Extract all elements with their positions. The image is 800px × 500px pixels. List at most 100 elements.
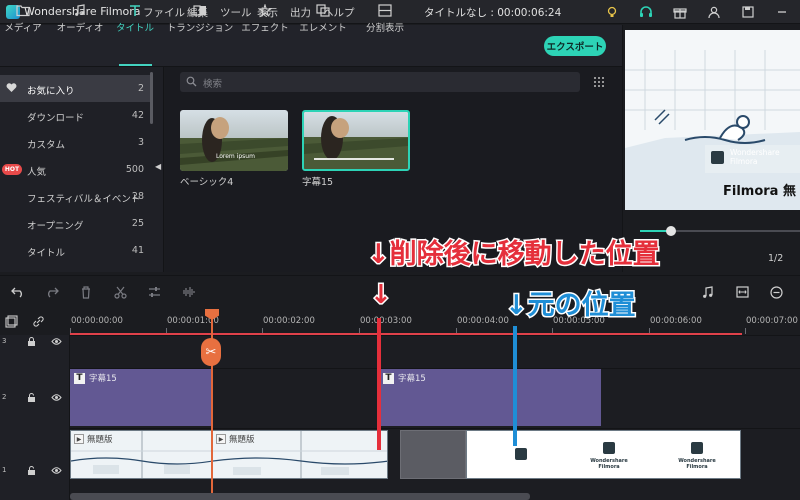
link-icon[interactable] (30, 313, 46, 329)
tab-elements-label: エレメント (299, 23, 347, 34)
gift-icon[interactable] (672, 4, 688, 20)
folder-icon (16, 5, 30, 17)
empty-clip-segment[interactable] (400, 430, 466, 479)
export-button[interactable]: エクスポート (544, 36, 606, 56)
sidebar-item-label: お気に入り (27, 86, 75, 97)
eye-icon[interactable] (51, 393, 62, 402)
thumbnail-caption: ベーシック4 (180, 177, 234, 188)
search-placeholder: 検索 (203, 79, 223, 90)
ruler-tick (745, 328, 746, 334)
lightbulb-icon[interactable] (604, 4, 620, 20)
music-icon[interactable] (700, 284, 716, 300)
track-number: 2 (2, 393, 7, 401)
vineyard-photo (304, 112, 408, 169)
sidebar-item-label: カスタム (27, 140, 66, 151)
sidebar-item-count: 3 (137, 137, 144, 148)
brand-outro-clip[interactable]: Wondershare Filmora Wondershare Filmora (466, 430, 741, 479)
collapse-sidebar-icon[interactable]: ◀ (155, 162, 161, 171)
tab-titles[interactable]: タイトル (113, 0, 157, 42)
sidebar-item-label: 人気 (27, 167, 47, 178)
tab-elements[interactable]: エレメント (299, 0, 347, 42)
clip-name: 無題版 (87, 435, 113, 445)
sidebar-item-count: 28 (131, 191, 144, 202)
split-scissors-icon[interactable]: ✂ (201, 338, 221, 366)
tab-titles-label: タイトル (115, 23, 154, 34)
sidebar-item-label: タイトル (27, 248, 66, 259)
watermark-product: Filmora (730, 157, 758, 166)
grid-menu-icon[interactable] (593, 76, 605, 88)
lock-icon[interactable] (27, 337, 36, 347)
adjust-icon[interactable] (146, 284, 162, 300)
headset-icon[interactable] (638, 4, 654, 20)
sidebar-item-opening[interactable]: オープニング 25 (0, 210, 150, 237)
tab-effects[interactable]: エフェクト (241, 0, 289, 42)
tab-transitions[interactable]: トランジション (167, 0, 233, 42)
clip-name: 字幕15 (398, 374, 426, 384)
text-icon: T (383, 372, 394, 384)
eye-icon[interactable] (51, 466, 62, 475)
minimize-icon[interactable] (774, 4, 790, 20)
sidebar-item-label: ダウンロード (27, 113, 85, 124)
sidebar-item-favorites[interactable]: お気に入り 2 (0, 75, 150, 102)
ruler-tick-label: 00:00:06:00 (650, 316, 702, 326)
sidebar-item-count: 25 (131, 218, 144, 229)
sidebar-item-popular[interactable]: HOT 人気 500 (0, 156, 150, 183)
user-icon[interactable] (706, 4, 722, 20)
track-number: 1 (2, 466, 7, 474)
fit-timeline-icon[interactable] (734, 284, 750, 300)
clip-name: 字幕15 (89, 374, 117, 384)
save-icon[interactable] (740, 4, 756, 20)
track-number: 3 (2, 337, 7, 345)
sidebar-item-label: オープニング (27, 221, 84, 232)
title-clip[interactable]: T 字幕15 (70, 369, 211, 426)
title-thumbnail-subtitle15[interactable] (302, 110, 410, 171)
elements-icon (316, 4, 330, 17)
cut-icon[interactable] (112, 284, 128, 300)
preview-quality-select[interactable]: 1/2 (768, 253, 783, 264)
sidebar-item-label: フェスティバル＆イベント (27, 194, 141, 205)
annotation-moved-position: ↓削除後に移動した位置 (366, 238, 662, 272)
track-header-3: 3 (0, 335, 70, 368)
thumbnail-overlay-text: Lorem ipsum (216, 153, 255, 160)
filmora-logo-icon (515, 448, 527, 460)
sidebar-item-count: 42 (131, 110, 144, 121)
split-screen-icon (378, 4, 392, 17)
zoom-out-icon[interactable] (768, 284, 784, 300)
title-clip[interactable]: T 字幕15 (379, 369, 601, 426)
active-tab-indicator (119, 64, 152, 66)
music-note-icon (75, 4, 85, 16)
audio-waveform-icon[interactable] (180, 284, 196, 300)
sidebar-item-titles[interactable]: タイトル 41 (0, 237, 150, 264)
sidebar-item-downloads[interactable]: ダウンロード 42 (0, 102, 150, 129)
tab-audio[interactable]: オーディオ (56, 0, 104, 42)
video-clip[interactable]: ▶ 無題版 (70, 430, 212, 479)
undo-icon[interactable] (10, 284, 26, 300)
sidebar-item-festival[interactable]: フェスティバル＆イベント 28 (0, 183, 150, 210)
track-lane-3[interactable] (70, 335, 800, 368)
video-clip[interactable]: ▶ 無題版 (212, 430, 388, 479)
eye-icon[interactable] (51, 337, 62, 346)
timeline-scrollbar[interactable] (70, 493, 530, 500)
sidebar-scrollbar[interactable] (150, 72, 153, 124)
unlock-icon[interactable] (27, 466, 36, 476)
preview-scrubber-handle[interactable] (666, 226, 676, 236)
sidebar-item-custom[interactable]: カスタム 3 (0, 129, 150, 156)
brand-caption: Wondershare Filmora (678, 458, 716, 470)
redo-icon[interactable] (44, 284, 60, 300)
title-thumbnail-basic4[interactable]: Lorem ipsum (180, 110, 288, 171)
delete-icon[interactable] (78, 284, 94, 300)
search-input[interactable] (180, 72, 580, 92)
tab-transitions-label: トランジション (166, 23, 234, 34)
ruler-tick-label: 00:00:07:00 (746, 316, 798, 326)
track-header-2: 2 (0, 368, 70, 428)
tab-media[interactable]: メディア (4, 0, 42, 42)
ruler-tick-label: 00:00:02:00 (263, 316, 315, 326)
tab-media-label: メディア (4, 23, 42, 34)
project-title: タイトルなし : 00:00:06:24 (424, 7, 562, 19)
text-icon (130, 5, 140, 16)
add-track-icon[interactable] (3, 313, 19, 329)
tab-split-screen[interactable]: 分割表示 (362, 0, 408, 42)
unlock-icon[interactable] (27, 393, 36, 403)
tab-split-screen-label: 分割表示 (365, 23, 404, 34)
tab-effects-label: エフェクト (241, 23, 289, 34)
